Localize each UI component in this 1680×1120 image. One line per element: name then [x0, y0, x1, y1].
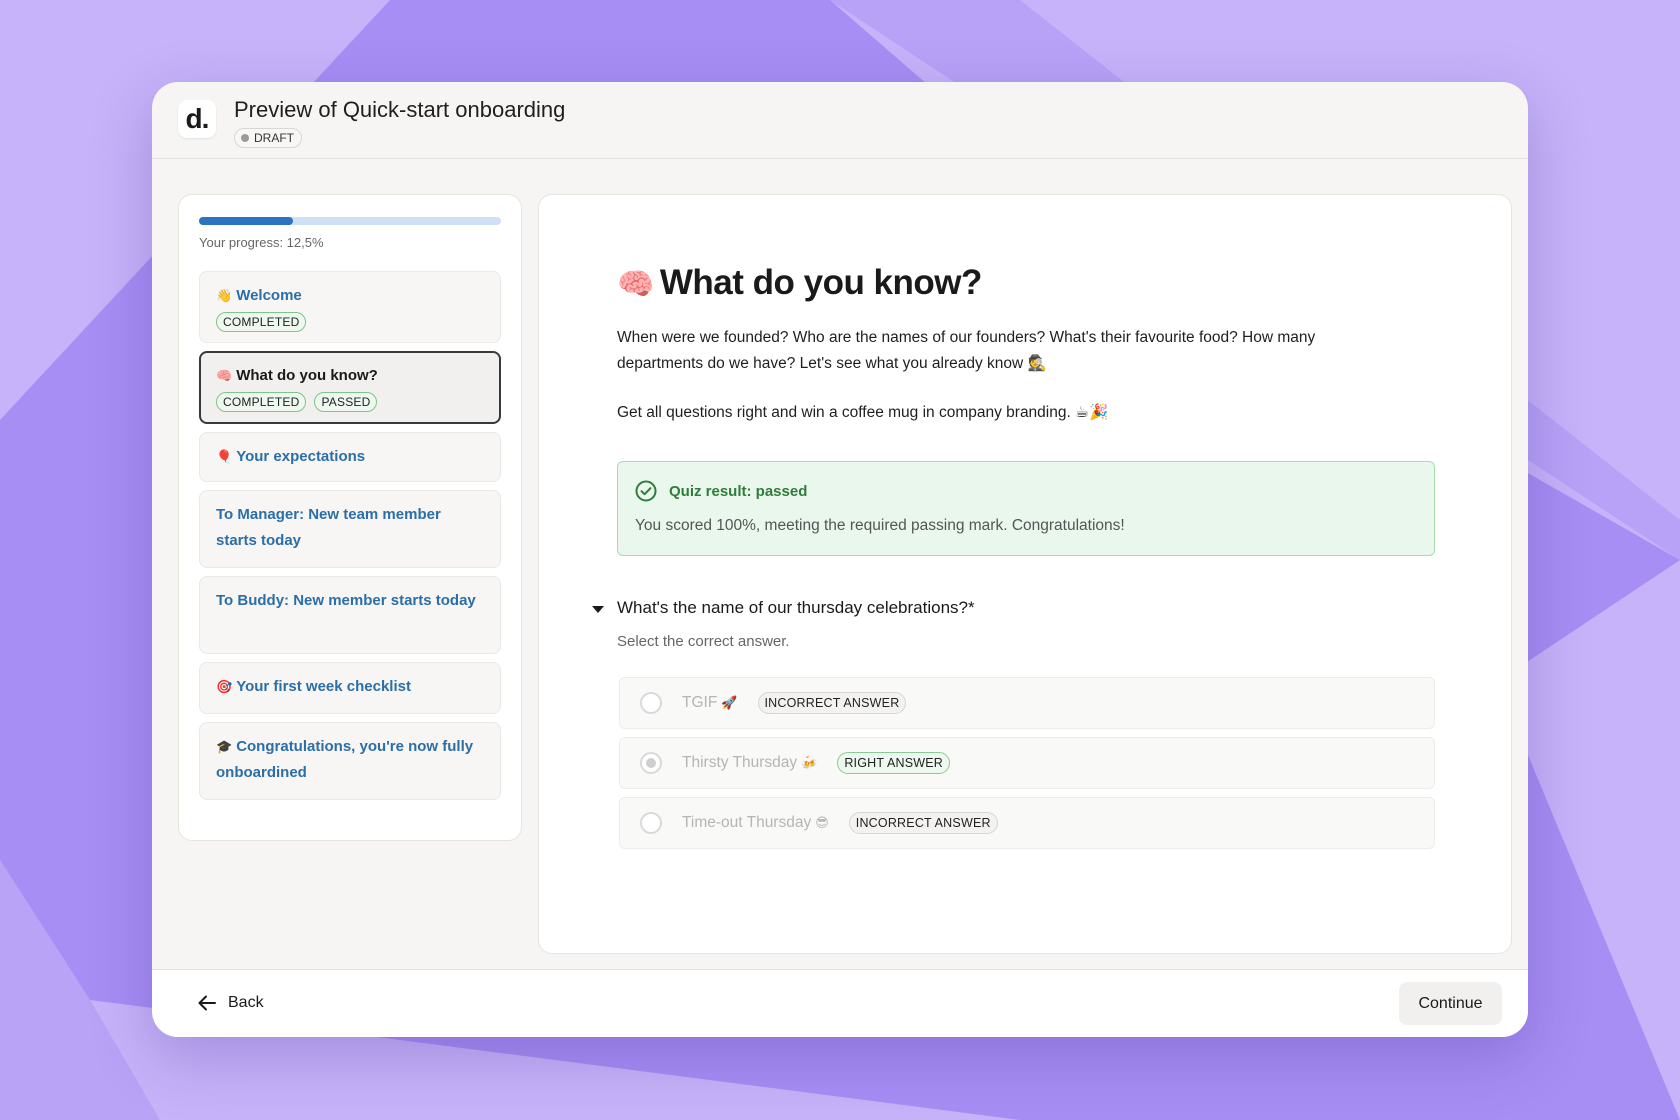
content-panel: 🧠 What do you know? When were we founded?… [538, 194, 1512, 954]
step-title: To Buddy: New member starts today [216, 592, 476, 609]
step-badges: COMPLETED PASSED [216, 392, 484, 412]
step-what-do-you-know[interactable]: 🧠 What do you know? COMPLETED PASSED [199, 351, 501, 424]
step-your-expectations[interactable]: 🎈 Your expectations [199, 432, 501, 482]
completed-badge: COMPLETED [216, 392, 307, 412]
step-to-manager[interactable]: To Manager: New team member starts today [199, 490, 501, 568]
arrow-left-icon [198, 995, 216, 1011]
progress-label: Your progress: 12,5% [199, 235, 324, 250]
brain-icon: 🧠 [617, 268, 654, 301]
target-icon: 🎯 [216, 679, 233, 694]
logo: d. [178, 100, 216, 138]
question-hint: Select the correct answer. [617, 633, 790, 650]
quiz-result-title: Quiz result: passed [669, 483, 808, 500]
answer-text: Time-out Thursday [682, 814, 812, 831]
status-badge-label: DRAFT [254, 131, 294, 145]
step-badges: COMPLETED [216, 312, 484, 332]
step-first-week-checklist[interactable]: 🎯 Your first week checklist [199, 662, 501, 714]
steps-sidebar: Your progress: 12,5% 👋 Welcome COMPLETED … [178, 194, 522, 841]
answer-label: Thirsty Thursday 🍻 [682, 754, 817, 772]
answer-text: TGIF [682, 694, 718, 711]
step-welcome[interactable]: 👋 Welcome COMPLETED [199, 271, 501, 343]
section-description: When were we founded? Who are the names … [617, 329, 1316, 372]
answer-option[interactable]: TGIF 🚀 INCORRECT ANSWER [619, 677, 1435, 729]
right-answer-badge: RIGHT ANSWER [837, 752, 951, 774]
graduation-cap-icon: 🎓 [216, 739, 233, 754]
page-title: Preview of Quick-start onboarding [234, 97, 566, 122]
back-label: Back [228, 994, 264, 1011]
step-to-buddy[interactable]: To Buddy: New member starts today [199, 576, 501, 654]
quiz-result-banner: Quiz result: passed You scored 100%, mee… [617, 461, 1435, 556]
radio-button-selected[interactable] [640, 752, 662, 774]
passed-badge: PASSED [314, 392, 378, 412]
section-description-prize: Get all questions right and win a coffee… [617, 404, 1109, 421]
top-bar: d. Preview of Quick-start onboarding DRA… [152, 82, 1528, 159]
preview-window: d. Preview of Quick-start onboarding DRA… [152, 82, 1528, 1037]
beer-icon: 🍻 [801, 755, 818, 770]
step-label: 🎓 Congratulations, you're now fully onboa… [216, 734, 484, 786]
answer-label: Time-out Thursday 😎 [682, 814, 829, 832]
step-label: 🎯 Your first week checklist [216, 674, 484, 700]
section-heading: 🧠 What do you know? [617, 263, 982, 303]
step-label: 🎈 Your expectations [216, 444, 484, 470]
step-title: What do you know? [236, 367, 378, 384]
step-title: Your first week checklist [236, 678, 411, 695]
completed-badge: COMPLETED [216, 312, 307, 332]
incorrect-answer-badge: INCORRECT ANSWER [848, 812, 998, 834]
step-congratulations[interactable]: 🎓 Congratulations, you're now fully onboa… [199, 722, 501, 800]
answer-text: Thirsty Thursday [682, 754, 798, 771]
step-label: 🧠 What do you know? [216, 363, 484, 389]
radio-button[interactable] [640, 692, 662, 714]
check-circle-icon [635, 480, 657, 502]
quiz-result-text: You scored 100%, meeting the required pa… [635, 517, 1125, 534]
status-dot-icon [241, 134, 249, 142]
collapse-caret-icon[interactable] [592, 606, 604, 613]
balloon-icon: 🎈 [216, 449, 233, 464]
back-button[interactable]: Back [196, 992, 264, 1014]
progress-bar-fill [199, 217, 294, 225]
step-title: To Manager: New team member starts today [216, 506, 441, 549]
incorrect-answer-badge: INCORRECT ANSWER [757, 692, 907, 714]
answer-label: TGIF 🚀 [682, 694, 738, 712]
progress-bar [199, 217, 501, 225]
step-title: Welcome [236, 287, 302, 304]
step-title: Your expectations [236, 448, 366, 465]
wave-icon: 👋 [216, 288, 233, 303]
answer-option[interactable]: Time-out Thursday 😎 INCORRECT ANSWER [619, 797, 1435, 849]
brain-icon: 🧠 [216, 368, 233, 383]
question-title: What's the name of our thursday celebrat… [617, 598, 975, 617]
continue-button[interactable]: Continue [1399, 982, 1502, 1025]
heading-text: What do you know? [659, 263, 983, 302]
rocket-icon: 🚀 [721, 695, 738, 710]
radio-button[interactable] [640, 812, 662, 834]
status-badge: DRAFT [234, 128, 302, 148]
answer-option[interactable]: Thirsty Thursday 🍻 RIGHT ANSWER [619, 737, 1435, 789]
footer-bar: Back Continue [152, 969, 1528, 1037]
step-title: Congratulations, you're now fully onboar… [216, 738, 474, 781]
step-label: 👋 Welcome [216, 283, 484, 309]
sunglasses-icon: 😎 [815, 815, 829, 830]
